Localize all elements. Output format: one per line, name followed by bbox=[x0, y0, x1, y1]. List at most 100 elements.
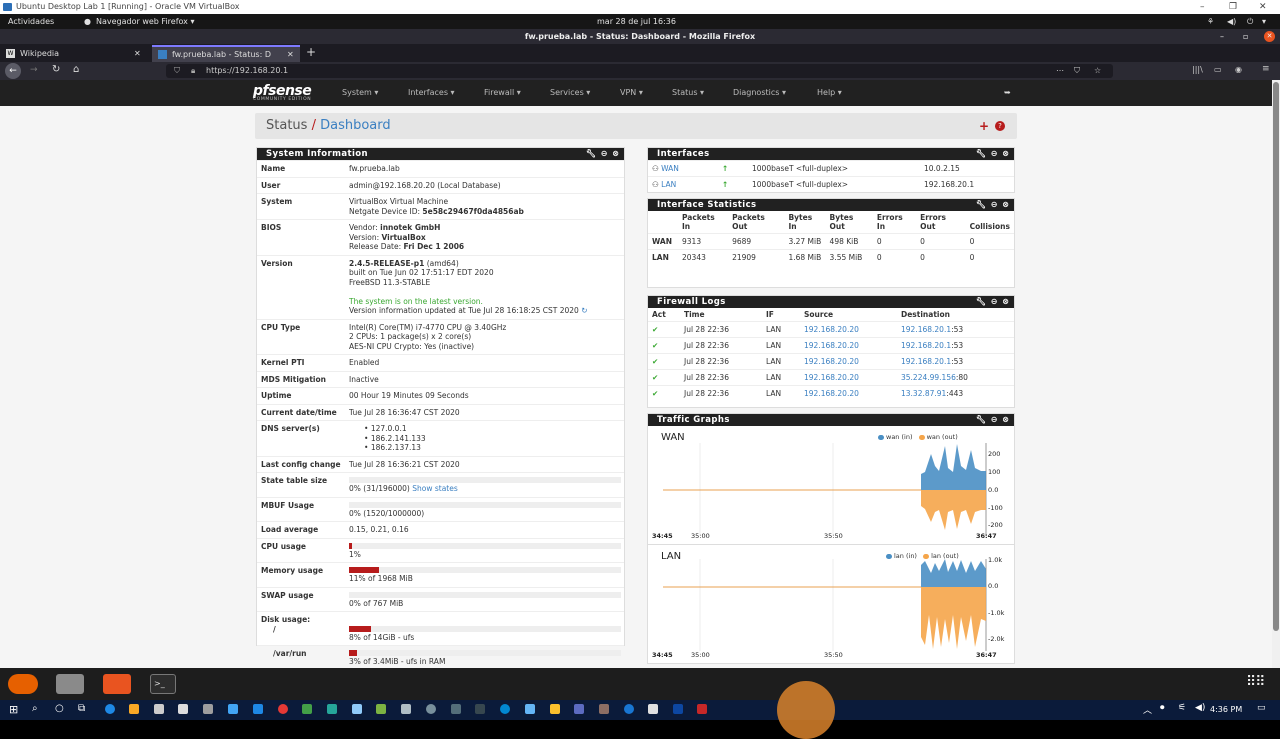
page-scrollbar[interactable] bbox=[1272, 80, 1280, 668]
power-icon[interactable]: ⏻ bbox=[1247, 14, 1253, 29]
app-icon[interactable] bbox=[648, 704, 658, 714]
close-panel-icon[interactable]: ⊗ bbox=[1002, 415, 1010, 424]
activities-button[interactable]: Actividades bbox=[8, 14, 54, 29]
shield-icon[interactable]: ⛉ bbox=[174, 64, 180, 78]
volume-icon[interactable]: ◀) bbox=[1195, 703, 1205, 713]
show-states-link[interactable]: Show states bbox=[412, 484, 458, 493]
app-icon[interactable] bbox=[624, 704, 634, 714]
close-panel-icon[interactable]: ⊗ bbox=[1002, 200, 1010, 209]
menu-firewall[interactable]: Firewall ▾ bbox=[484, 88, 521, 97]
volume-icon[interactable]: ◀) bbox=[1227, 14, 1236, 29]
network-icon[interactable]: ⚘ bbox=[1207, 14, 1214, 29]
minimize-panel-icon[interactable]: ⊖ bbox=[991, 149, 999, 158]
software-store-icon[interactable] bbox=[103, 674, 131, 694]
app-icon[interactable] bbox=[673, 704, 683, 714]
skype-icon[interactable] bbox=[500, 704, 510, 714]
menu-diagnostics[interactable]: Diagnostics ▾ bbox=[733, 88, 786, 97]
file-explorer-icon[interactable] bbox=[129, 704, 139, 714]
app-icon[interactable] bbox=[352, 704, 362, 714]
app-icon[interactable] bbox=[550, 704, 560, 714]
url-text[interactable]: https://192.168.20.1 bbox=[206, 66, 288, 75]
log-dest-ip[interactable]: 192.168.20.1 bbox=[901, 325, 951, 334]
menu-system[interactable]: System ▾ bbox=[342, 88, 378, 97]
sidebar-icon[interactable]: ▭ bbox=[1214, 65, 1222, 74]
search-icon[interactable]: ⌕ bbox=[32, 703, 38, 714]
maximize-icon[interactable]: ▫ bbox=[1243, 29, 1248, 44]
microphone-icon[interactable]: ⏺ bbox=[1160, 703, 1165, 713]
refresh-icon[interactable]: ↻ bbox=[581, 306, 587, 315]
wrench-icon[interactable]: 🔧︎ bbox=[976, 149, 987, 158]
more-icon[interactable]: ⋯ bbox=[1056, 64, 1064, 78]
app-icon[interactable] bbox=[376, 704, 386, 714]
close-icon[interactable]: ✕ bbox=[1259, 0, 1267, 14]
forward-icon[interactable]: → bbox=[30, 65, 38, 75]
log-dest-ip[interactable]: 35.224.99.156 bbox=[901, 373, 956, 382]
logout-icon[interactable]: ➥ bbox=[1004, 88, 1011, 97]
minimize-panel-icon[interactable]: ⊖ bbox=[991, 200, 999, 209]
reload-icon[interactable]: ↻ bbox=[52, 64, 60, 75]
tab-dashboard[interactable]: fw.prueba.lab - Status: D ✕ bbox=[152, 45, 300, 62]
files-icon[interactable] bbox=[56, 674, 84, 694]
breadcrumb-page[interactable]: Dashboard bbox=[320, 118, 391, 133]
app-icon[interactable] bbox=[203, 704, 213, 714]
add-widget-icon[interactable]: + bbox=[979, 113, 989, 139]
close-panel-icon[interactable]: ⊗ bbox=[612, 149, 620, 158]
terminal-icon[interactable]: >_ bbox=[150, 674, 176, 694]
pocket-icon[interactable]: ⛉ bbox=[1074, 64, 1080, 78]
close-panel-icon[interactable]: ⊗ bbox=[1002, 149, 1010, 158]
app-icon[interactable] bbox=[401, 704, 411, 714]
cortana-icon[interactable]: ○ bbox=[55, 703, 64, 714]
scrollbar-thumb[interactable] bbox=[1273, 82, 1279, 631]
app-icon[interactable] bbox=[253, 704, 263, 714]
restore-icon[interactable]: ❐ bbox=[1229, 0, 1237, 14]
network-icon[interactable]: ⚟ bbox=[1178, 703, 1186, 713]
lock-icon[interactable]: 🔒︎ bbox=[191, 64, 195, 78]
log-source[interactable]: 192.168.20.20 bbox=[800, 321, 897, 338]
app-icon[interactable] bbox=[327, 704, 337, 714]
menu-vpn[interactable]: VPN ▾ bbox=[620, 88, 643, 97]
app-icon[interactable] bbox=[154, 704, 164, 714]
minimize-panel-icon[interactable]: ⊖ bbox=[601, 149, 609, 158]
app-icon[interactable] bbox=[426, 704, 436, 714]
app-icon[interactable] bbox=[475, 704, 485, 714]
edge-icon[interactable] bbox=[105, 704, 115, 714]
store-icon[interactable] bbox=[178, 704, 188, 714]
menu-services[interactable]: Services ▾ bbox=[550, 88, 590, 97]
menu-help[interactable]: Help ▾ bbox=[817, 88, 842, 97]
log-dest-ip[interactable]: 13.32.87.91 bbox=[901, 389, 946, 398]
app-icon[interactable] bbox=[302, 704, 312, 714]
help-icon[interactable]: ? bbox=[995, 121, 1005, 131]
close-panel-icon[interactable]: ⊗ bbox=[1002, 297, 1010, 306]
log-dest-ip[interactable]: 192.168.20.1 bbox=[901, 341, 951, 350]
menu-status[interactable]: Status ▾ bbox=[672, 88, 704, 97]
task-view-icon[interactable]: ⧉ bbox=[78, 703, 85, 714]
log-source[interactable]: 192.168.20.20 bbox=[800, 369, 897, 386]
app-icon[interactable] bbox=[574, 704, 584, 714]
wrench-icon[interactable]: 🔧︎ bbox=[976, 415, 987, 424]
firefox-icon[interactable] bbox=[8, 674, 38, 694]
menu-icon[interactable]: ≡ bbox=[1262, 64, 1270, 74]
minimize-panel-icon[interactable]: ⊖ bbox=[991, 297, 999, 306]
wrench-icon[interactable]: 🔧︎ bbox=[976, 200, 987, 209]
library-icon[interactable]: |||\ bbox=[1192, 65, 1203, 74]
wrench-icon[interactable]: 🔧︎ bbox=[586, 149, 597, 158]
tab-wikipedia[interactable]: W Wikipedia ✕ bbox=[0, 45, 150, 62]
minimize-icon[interactable]: – bbox=[1220, 29, 1224, 44]
virtualbox-taskbar-icon[interactable] bbox=[697, 704, 707, 714]
url-bar[interactable]: ⛉ 🔒︎ https://192.168.20.1 ⋯ ⛉ ☆ bbox=[166, 64, 1113, 78]
close-icon[interactable]: ✕ bbox=[1264, 31, 1275, 42]
log-source[interactable]: 192.168.20.20 bbox=[800, 337, 897, 354]
opera-icon[interactable] bbox=[278, 704, 288, 714]
app-icon[interactable] bbox=[451, 704, 461, 714]
account-icon[interactable]: ◉ bbox=[1235, 65, 1242, 74]
interface-link[interactable]: WAN bbox=[661, 164, 679, 173]
bookmark-star-icon[interactable]: ☆ bbox=[1094, 64, 1101, 78]
close-tab-icon[interactable]: ✕ bbox=[134, 45, 141, 62]
chevron-up-icon[interactable]: ︿ bbox=[1143, 703, 1152, 716]
log-dest-ip[interactable]: 192.168.20.1 bbox=[901, 357, 951, 366]
interface-link[interactable]: LAN bbox=[661, 180, 676, 189]
back-icon[interactable]: ← bbox=[5, 63, 21, 79]
minimize-panel-icon[interactable]: ⊖ bbox=[991, 415, 999, 424]
log-source[interactable]: 192.168.20.20 bbox=[800, 353, 897, 370]
windows-start-icon[interactable]: ⊞ bbox=[9, 703, 18, 716]
